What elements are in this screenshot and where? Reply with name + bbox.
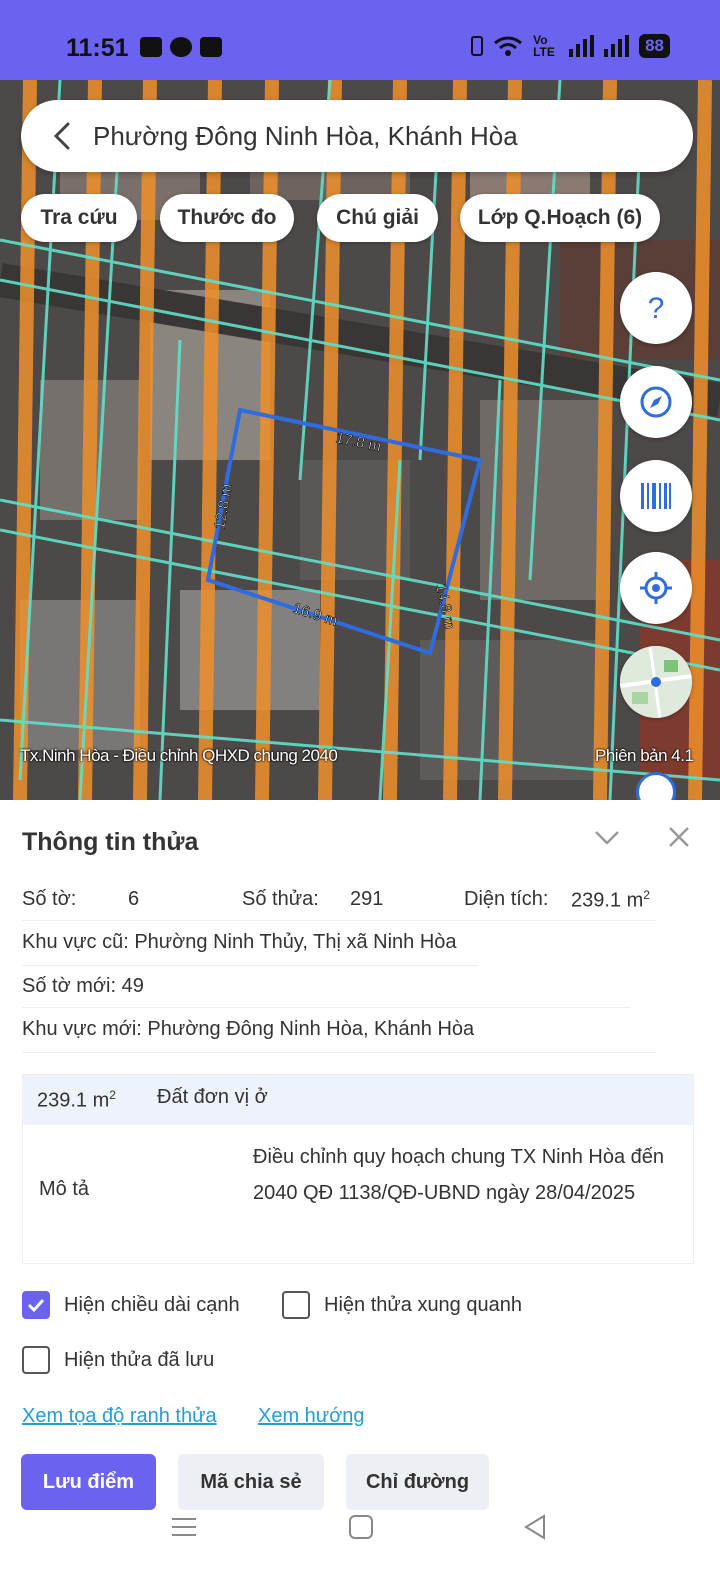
zoning-card-header: 239.1 m2 Đất đơn vị ở (23, 1075, 693, 1125)
chip-lookup[interactable]: Tra cứu (21, 194, 137, 242)
divider (22, 965, 478, 966)
land-use-type: Đất đơn vị ở (157, 1086, 268, 1108)
view-direction-link[interactable]: Xem hướng (258, 1405, 365, 1428)
description-label: Mô tả (39, 1178, 90, 1200)
home-nav-icon[interactable] (346, 1512, 376, 1542)
chip-measure[interactable]: Thước đo (160, 194, 294, 242)
parcel-info-panel: Thông tin thửa Số tờ: 6 Số thửa: 291 Diệ… (0, 800, 720, 1583)
locate-button[interactable] (620, 552, 692, 624)
new-area: Khu vực mới: Phường Đông Ninh Hòa, Khánh… (22, 1018, 475, 1040)
chevron-down-icon[interactable] (592, 822, 622, 852)
directions-button[interactable]: Chỉ đường (346, 1454, 489, 1510)
status-time: 11:51 (66, 34, 129, 62)
minimap-icon (620, 646, 692, 718)
chip-planning-layers[interactable]: Lớp Q.Hoạch (6) (460, 194, 660, 242)
dien-tich-label: Diện tích: (464, 888, 549, 910)
new-sheet-number: Số tờ mới: 49 (22, 975, 144, 997)
check-icon (27, 1298, 45, 1313)
description-text: Điều chỉnh quy hoạch chung TX Ninh Hòa đ… (253, 1146, 665, 1204)
back-arrow-icon[interactable] (45, 118, 81, 154)
network-type: Vo LTE (533, 33, 555, 59)
barcode-icon (641, 483, 671, 509)
panel-title: Thông tin thửa (22, 828, 199, 856)
search-location-text[interactable]: Phường Đông Ninh Hòa, Khánh Hòa (93, 121, 518, 152)
view-boundary-coords-link[interactable]: Xem tọa độ ranh thửa (22, 1405, 217, 1428)
help-button[interactable]: ? (620, 272, 692, 344)
menu-nav-icon[interactable] (169, 1512, 199, 1542)
zoning-info-card: 239.1 m2 Đất đơn vị ở Mô tả Điều chỉnh q… (22, 1074, 694, 1264)
map-view[interactable]: 17.8 m 12.8 m 14.8 m 16.9 m Tx.Ninh Hòa … (0, 80, 720, 800)
dien-tich-value: 239.1 m2 (571, 888, 650, 912)
calendar-icon (200, 37, 222, 57)
old-area: Khu vực cũ: Phường Ninh Thủy, Thị xã Nin… (22, 931, 457, 953)
basemap-toggle-button[interactable] (620, 646, 692, 718)
version-label: Phiên bản 4.1 (595, 746, 694, 765)
status-bar: 11:51 Vo LTE 88 (0, 0, 720, 80)
messenger-icon (170, 37, 192, 57)
barcode-button[interactable] (620, 460, 692, 532)
close-icon[interactable] (664, 822, 694, 852)
show-edge-length-checkbox[interactable] (22, 1291, 50, 1319)
show-saved-label: Hiện thửa đã lưu (64, 1349, 215, 1371)
divider (22, 1007, 630, 1008)
wifi-icon (494, 36, 522, 56)
so-thua-value: 291 (350, 888, 384, 910)
show-saved-checkbox[interactable] (22, 1346, 50, 1374)
compass-icon (640, 386, 672, 418)
locate-icon (640, 572, 672, 604)
map-canvas: 17.8 m 12.8 m 14.8 m 16.9 m (0, 80, 720, 800)
divider (22, 920, 656, 921)
plan-layer-label: Tx.Ninh Hòa - Điều chỉnh QHXD chung 2040 (20, 746, 338, 765)
notification-icons (140, 37, 222, 57)
battery-level: 88 (639, 34, 670, 58)
show-surrounding-label: Hiện thửa xung quanh (324, 1294, 522, 1316)
zoning-area: 239.1 m2 (37, 1088, 116, 1112)
search-bar[interactable]: Phường Đông Ninh Hòa, Khánh Hòa (21, 100, 693, 172)
help-icon: ? (648, 292, 665, 325)
so-to-value: 6 (128, 888, 140, 910)
vibrate-icon (471, 36, 484, 56)
signal-icon-2 (604, 35, 630, 57)
so-thua-label: Số thửa: (242, 888, 319, 910)
share-code-button[interactable]: Mã chia sẻ (178, 1454, 324, 1510)
svg-text:?: ? (648, 292, 665, 325)
so-to-label: Số tờ: (22, 888, 77, 910)
status-right: Vo LTE 88 (471, 34, 670, 58)
show-surrounding-checkbox[interactable] (282, 1291, 310, 1319)
show-edge-length-label: Hiện chiều dài cạnh (64, 1294, 240, 1316)
chip-legend[interactable]: Chú giải (317, 194, 438, 242)
compass-button[interactable] (620, 366, 692, 438)
signal-icon-1 (569, 35, 595, 57)
back-nav-icon[interactable] (520, 1512, 550, 1542)
save-point-button[interactable]: Lưu điểm (21, 1454, 156, 1510)
divider (22, 1052, 656, 1053)
zalo-icon (140, 37, 162, 57)
